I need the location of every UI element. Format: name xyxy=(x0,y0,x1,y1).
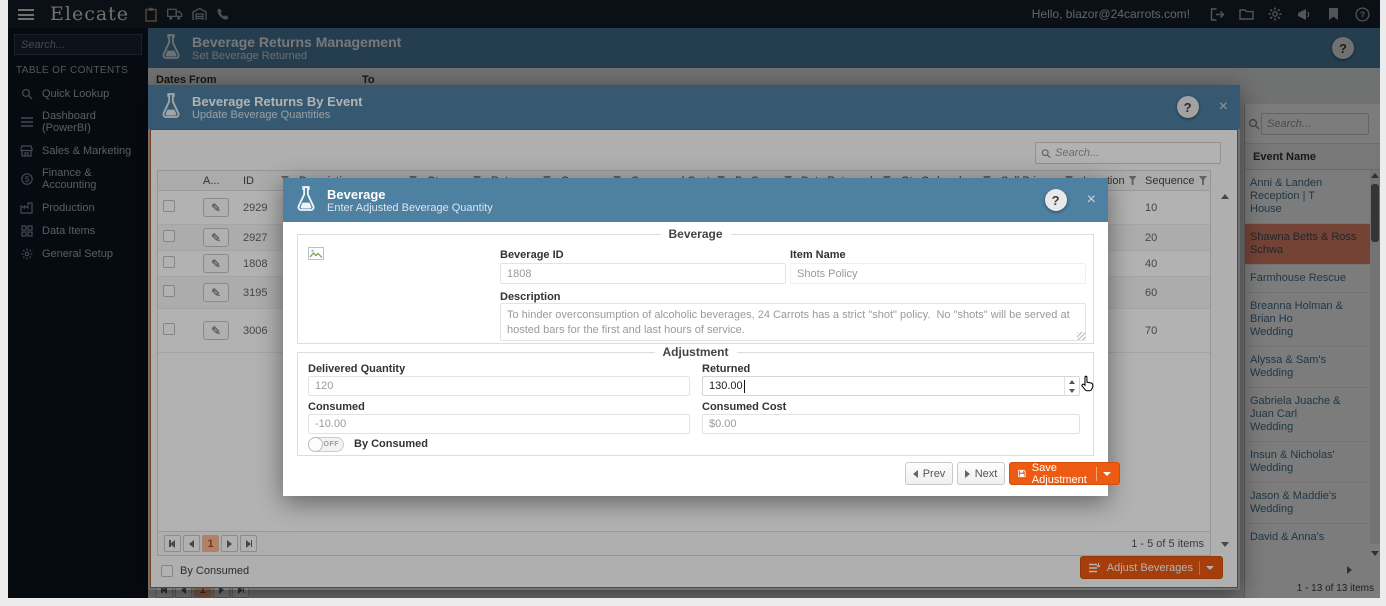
screen: Elecate Hello, blazor@24carrots.com! ? xyxy=(0,0,1386,606)
description-field[interactable]: To hinder overconsumption of alcoholic b… xyxy=(500,303,1086,341)
flask-icon xyxy=(295,185,317,216)
by-consumed-toggle-label: By Consumed xyxy=(354,438,428,450)
consumed-cost-field[interactable] xyxy=(702,414,1080,434)
item-name-field[interactable] xyxy=(790,263,1086,284)
broken-image-icon xyxy=(308,247,324,263)
next-icon xyxy=(965,470,970,478)
beverage-legend: Beverage xyxy=(660,227,730,241)
help-icon[interactable]: ? xyxy=(1045,189,1067,211)
next-button[interactable]: Next xyxy=(957,462,1005,485)
consumed-cost-label: Consumed Cost xyxy=(702,401,786,413)
adjustment-legend: Adjustment xyxy=(655,345,737,359)
item-name-label: Item Name xyxy=(790,249,846,261)
mouse-cursor-hand xyxy=(1080,375,1095,395)
consumed-label: Consumed xyxy=(308,401,365,413)
consumed-field[interactable] xyxy=(308,414,690,434)
number-spinner[interactable] xyxy=(1064,377,1079,395)
returned-label: Returned xyxy=(702,363,750,375)
spinner-down-icon[interactable] xyxy=(1069,389,1075,393)
delivered-quantity-label: Delivered Quantity xyxy=(308,363,405,375)
save-icon xyxy=(1018,468,1026,479)
prev-icon xyxy=(913,470,918,478)
modal-header: Beverage Enter Adjusted Beverage Quantit… xyxy=(283,178,1108,222)
spinner-up-icon[interactable] xyxy=(1069,380,1075,384)
beverage-id-label: Beverage ID xyxy=(500,249,564,261)
close-icon[interactable]: × xyxy=(1087,192,1096,208)
modal-beverage: Beverage Enter Adjusted Beverage Quantit… xyxy=(283,178,1108,496)
text-caret xyxy=(744,380,745,393)
prev-button[interactable]: Prev xyxy=(905,462,953,485)
modal-body: Beverage Beverage ID Item Name Descripti… xyxy=(283,222,1108,496)
delivered-quantity-field[interactable] xyxy=(308,376,690,396)
app-window: Elecate Hello, blazor@24carrots.com! ? xyxy=(8,0,1380,598)
adjustment-fieldset: Adjustment Delivered Quantity Returned 1… xyxy=(297,352,1094,456)
beverage-id-field[interactable] xyxy=(500,263,786,284)
modal-subtitle: Enter Adjusted Beverage Quantity xyxy=(327,202,493,214)
description-label: Description xyxy=(500,291,561,303)
returned-field[interactable]: 130.00 xyxy=(702,376,1080,396)
save-adjustment-button[interactable]: Save Adjustment xyxy=(1009,462,1120,485)
toggle-knob xyxy=(308,437,323,452)
resize-grip[interactable] xyxy=(1077,332,1085,340)
chevron-down-icon xyxy=(1103,472,1111,476)
beverage-fieldset: Beverage Beverage ID Item Name Descripti… xyxy=(297,234,1094,344)
by-consumed-toggle[interactable]: OFF xyxy=(308,437,344,452)
modal-title: Beverage xyxy=(327,187,493,202)
